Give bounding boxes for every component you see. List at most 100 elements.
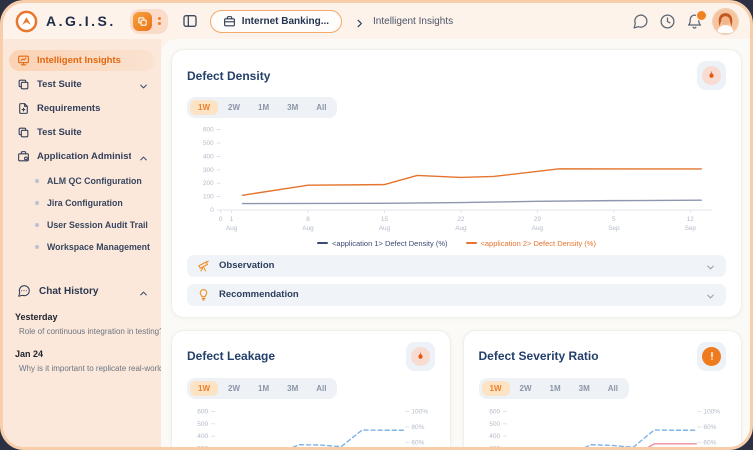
sidebar-subitem-alm-qc-configuration[interactable]: ALM QC Configuration — [9, 170, 155, 192]
sidebar-toggle-icon[interactable] — [182, 13, 198, 29]
legend-swatch — [317, 242, 328, 244]
svg-text:80%: 80% — [411, 424, 424, 431]
copy-icon — [133, 12, 152, 31]
sidebar-item-application-administration[interactable]: Application Administration — [9, 146, 155, 167]
chat-history-header[interactable]: Chat History — [3, 280, 161, 302]
svg-text:8: 8 — [306, 216, 310, 223]
accordion-observation[interactable]: Observation — [187, 255, 726, 277]
range-button-1m[interactable]: 1M — [250, 381, 277, 396]
history-icon[interactable] — [659, 13, 676, 30]
app-window: A.G.I.S. Internet Banking... Intelligent… — [0, 0, 753, 450]
svg-text:15: 15 — [381, 216, 389, 223]
chart-title: Defect Density — [187, 69, 270, 83]
range-button-2w[interactable]: 2W — [512, 381, 540, 396]
defect-density-chart[interactable]: 010020030040050060001Aug8Aug15Aug22Aug29… — [187, 122, 726, 237]
range-button-2w[interactable]: 2W — [220, 381, 248, 396]
sidebar-item-test-suite[interactable]: Test Suite — [9, 122, 155, 143]
range-button-3m[interactable]: 3M — [279, 381, 306, 396]
svg-text:5: 5 — [612, 216, 616, 223]
bottom-row: Defect Leakage 1W2W1M3MAll 1002003004005… — [171, 330, 742, 450]
flame-indicator-button[interactable] — [406, 342, 435, 371]
sidebar-item-requirements[interactable]: Requirements — [9, 98, 155, 119]
svg-text:0: 0 — [219, 216, 223, 223]
accordion-label: Recommendation — [219, 289, 299, 300]
chevron-up-icon[interactable] — [138, 151, 149, 162]
sidebar-nav: Intelligent Insights Test Suite Requiremen… — [3, 50, 161, 258]
test-suite-icon — [17, 78, 30, 91]
range-button-all[interactable]: All — [600, 381, 626, 396]
defect-leakage-chart[interactable]: 10020030040050060020%40%60%80%100% — [187, 403, 435, 450]
sidebar-subitem-user-session-audit-trail[interactable]: User Session Audit Trail — [9, 214, 155, 236]
svg-text:Aug: Aug — [302, 225, 314, 232]
time-range-selector: 1W2W1M3MAll — [479, 378, 629, 399]
body-row: Intelligent Insights Test Suite Requiremen… — [3, 39, 750, 447]
sidebar-item-test-suite[interactable]: Test Suite — [9, 74, 155, 95]
warning-icon — [702, 347, 721, 366]
accordion-recommendation[interactable]: Recommendation — [187, 284, 726, 306]
lightbulb-icon — [197, 288, 210, 301]
range-button-3m[interactable]: 3M — [571, 381, 598, 396]
app-title: A.G.I.S. — [46, 13, 116, 29]
workspace-selector[interactable]: Internet Banking... — [210, 10, 342, 33]
sidebar: Intelligent Insights Test Suite Requiremen… — [3, 39, 161, 447]
insight-accordions: Observation Recommendation — [187, 255, 726, 306]
svg-text:Aug: Aug — [379, 225, 391, 232]
range-button-1w[interactable]: 1W — [482, 381, 510, 396]
card-head: Defect Leakage — [187, 342, 435, 371]
svg-text:300: 300 — [203, 167, 214, 174]
chat-history-label: Chat History — [39, 286, 98, 297]
svg-text:29: 29 — [534, 216, 542, 223]
chevron-down-icon — [705, 289, 716, 300]
chart-title: Defect Leakage — [187, 349, 275, 363]
sidebar-item-label: Intelligent Insights — [37, 55, 121, 66]
svg-text:600: 600 — [489, 408, 500, 415]
svg-text:80%: 80% — [703, 424, 716, 431]
svg-text:100%: 100% — [703, 408, 720, 415]
app-switcher[interactable] — [130, 9, 168, 34]
chat-date: Jan 24 — [3, 339, 161, 361]
sidebar-subitem-workspace-management[interactable]: Workspace Management — [9, 236, 155, 258]
chevron-up-icon[interactable] — [138, 286, 149, 297]
defect-severity-chart[interactable]: 10020030040050060020%40%60%80%100% — [479, 403, 727, 450]
range-button-1m[interactable]: 1M — [542, 381, 569, 396]
defect-severity-card: Defect Severity Ratio 1W2W1M3MAll 100200… — [463, 330, 743, 450]
range-button-3m[interactable]: 3M — [279, 100, 306, 115]
range-button-1w[interactable]: 1W — [190, 100, 218, 115]
flame-indicator-button[interactable] — [697, 61, 726, 90]
range-button-1w[interactable]: 1W — [190, 381, 218, 396]
range-button-all[interactable]: All — [308, 381, 334, 396]
chevron-right-icon — [354, 16, 365, 27]
user-avatar[interactable] — [713, 9, 738, 34]
chat-icon[interactable] — [632, 13, 649, 30]
svg-text:22: 22 — [457, 216, 465, 223]
range-button-1m[interactable]: 1M — [250, 100, 277, 115]
notifications-icon[interactable] — [686, 13, 703, 30]
sidebar-subitem-label: Jira Configuration — [47, 198, 123, 208]
svg-text:300: 300 — [489, 445, 500, 450]
sidebar-item-label: Test Suite — [37, 127, 82, 138]
svg-text:Aug: Aug — [455, 225, 467, 232]
svg-text:Aug: Aug — [226, 225, 238, 232]
chevron-down-icon[interactable] — [138, 79, 149, 90]
svg-text:Sep: Sep — [685, 225, 697, 232]
sidebar-item-label: Test Suite — [37, 79, 82, 90]
svg-text:Sep: Sep — [608, 225, 620, 232]
warning-indicator-button[interactable] — [697, 342, 726, 371]
chat-history-icon — [17, 284, 31, 298]
chat-history-item[interactable]: Role of continuous integration in testin… — [3, 324, 161, 339]
svg-text:12: 12 — [687, 216, 695, 223]
admin-icon — [17, 150, 30, 163]
svg-text:500: 500 — [203, 140, 214, 147]
sidebar-item-intelligent-insights[interactable]: Intelligent Insights — [9, 50, 155, 71]
chat-history-item[interactable]: Why is it important to replicate real-wo… — [3, 361, 161, 376]
range-button-all[interactable]: All — [308, 100, 334, 115]
range-button-2w[interactable]: 2W — [220, 100, 248, 115]
svg-text:60%: 60% — [703, 439, 716, 446]
legend-item: <application 2> Defect Density (%) — [466, 239, 596, 248]
chart-legend: <application 1> Defect Density (%)<appli… — [187, 239, 726, 248]
kebab-dots-icon — [156, 17, 163, 25]
time-range-selector: 1W2W1M3MAll — [187, 378, 337, 399]
bullet-icon — [35, 245, 39, 249]
svg-text:300: 300 — [197, 445, 208, 450]
sidebar-subitem-jira-configuration[interactable]: Jira Configuration — [9, 192, 155, 214]
